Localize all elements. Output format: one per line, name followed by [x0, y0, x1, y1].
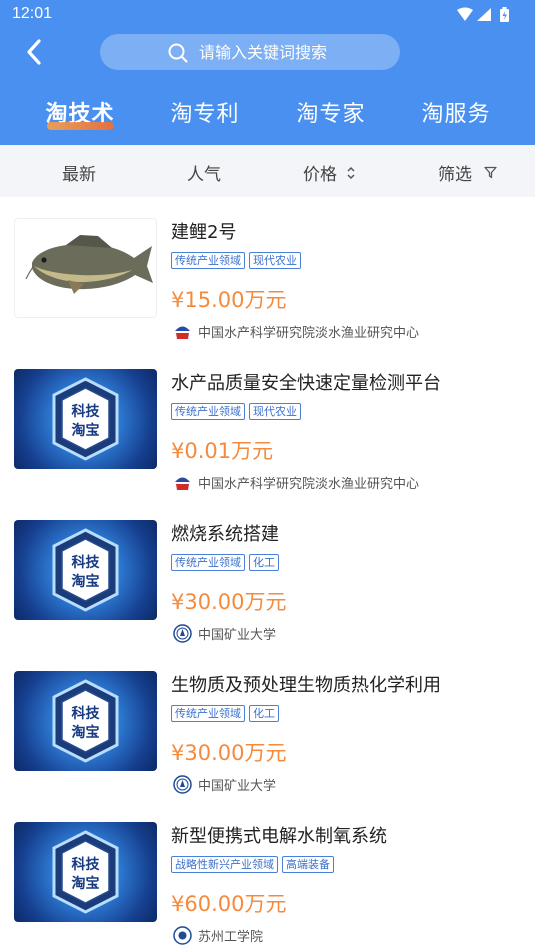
- item-title: 建鲤2号: [171, 222, 237, 243]
- kejitaobao-badge-image: 科技 淘宝: [52, 377, 119, 461]
- kejitaobao-badge-image: 科技 淘宝: [52, 528, 119, 612]
- kejitaobao-badge-image: 科技 淘宝: [52, 679, 119, 763]
- item-thumbnail: 科技 淘宝: [14, 671, 157, 771]
- wifi-icon: [457, 7, 473, 21]
- item-thumbnail: 科技 淘宝: [14, 822, 157, 922]
- sort-latest[interactable]: 最新: [62, 160, 96, 185]
- item-tag: 现代农业: [249, 252, 301, 269]
- list-item[interactable]: 建鲤2号 传统产业领域 现代农业 ¥15.00万元 中国水产科学研究院淡水渔业研究…: [0, 218, 535, 368]
- search-input[interactable]: [199, 34, 389, 70]
- item-thumbnail: 科技 淘宝: [14, 520, 157, 620]
- item-title: 水产品质量安全快速定量检测平台: [171, 373, 441, 394]
- status-time: 12:01: [12, 5, 53, 22]
- item-tags: 战略性新兴产业领域 高端装备: [171, 856, 338, 874]
- item-tags: 传统产业领域 化工: [171, 705, 283, 723]
- item-tags: 传统产业领域 现代农业: [171, 252, 305, 270]
- tab-expert[interactable]: 淘专家: [276, 96, 386, 130]
- item-tag: 传统产业领域: [171, 554, 245, 571]
- sort-price-label: 价格: [303, 165, 337, 185]
- battery-icon: [500, 7, 509, 22]
- app-header: 12:01 淘技术 淘专利 淘专家 淘服务: [0, 0, 535, 145]
- sort-filter-label: 筛选: [438, 165, 472, 185]
- item-tags: 传统产业领域 化工: [171, 554, 283, 572]
- item-thumbnail: 科技 淘宝: [14, 369, 157, 469]
- badge-line2: 淘宝: [72, 724, 100, 741]
- ffrc-logo-icon: [175, 326, 190, 339]
- szit-logo-icon: [173, 926, 192, 945]
- badge-line1: 科技: [72, 403, 101, 420]
- signal-icon: [477, 8, 491, 21]
- item-price: ¥30.00万元: [171, 741, 287, 765]
- item-title: 燃烧系统搭建: [171, 524, 279, 545]
- item-tag: 传统产业领域: [171, 252, 245, 269]
- org-name: 中国矿业大学: [198, 628, 277, 643]
- tab-service[interactable]: 淘服务: [401, 96, 511, 130]
- item-title: 新型便携式电解水制氧系统: [171, 826, 387, 847]
- badge-line2: 淘宝: [72, 875, 100, 892]
- badge-line1: 科技: [72, 856, 101, 873]
- item-tag: 化工: [249, 705, 279, 722]
- item-price: ¥30.00万元: [171, 590, 287, 614]
- back-button[interactable]: [18, 35, 52, 69]
- list-item[interactable]: 科技 淘宝 燃烧系统搭建 传统产业领域 化工 ¥30.00万元 中国矿业大学: [0, 520, 535, 670]
- sort-arrows-icon: [347, 166, 355, 180]
- sort-price[interactable]: 价格: [303, 160, 337, 185]
- tab-patent[interactable]: 淘专利: [150, 96, 260, 130]
- org-name: 中国矿业大学: [198, 779, 277, 794]
- kejitaobao-badge-image: 科技 淘宝: [52, 830, 119, 914]
- list-item[interactable]: 科技 淘宝 新型便携式电解水制氧系统 战略性新兴产业领域 高端装备 ¥60.00万…: [0, 822, 535, 951]
- carp-image: [25, 235, 153, 294]
- item-tag: 高端装备: [282, 856, 334, 873]
- item-tag: 传统产业领域: [171, 705, 245, 722]
- org-name: 中国水产科学研究院淡水渔业研究中心: [198, 477, 420, 492]
- item-title: 生物质及预处理生物质热化学利用: [171, 675, 441, 696]
- item-tag: 化工: [249, 554, 279, 571]
- status-icons: [457, 7, 509, 22]
- badge-line2: 淘宝: [72, 422, 100, 439]
- item-price: ¥15.00万元: [171, 288, 287, 312]
- item-thumbnail: [14, 218, 157, 318]
- cumt-logo-icon: [173, 624, 192, 643]
- ffrc-logo-icon: [175, 477, 190, 490]
- item-price: ¥60.00万元: [171, 892, 287, 916]
- sort-popularity[interactable]: 人气: [187, 160, 221, 185]
- org-name: 中国水产科学研究院淡水渔业研究中心: [198, 326, 420, 341]
- item-tag: 现代农业: [249, 403, 301, 420]
- search-icon: [168, 43, 188, 63]
- list-item[interactable]: 科技 淘宝 生物质及预处理生物质热化学利用 传统产业领域 化工 ¥30.00万元 …: [0, 671, 535, 821]
- badge-line1: 科技: [72, 554, 101, 571]
- item-tags: 传统产业领域 现代农业: [171, 403, 305, 421]
- item-tag: 传统产业领域: [171, 403, 245, 420]
- active-tab-indicator: [47, 122, 114, 130]
- item-tag: 战略性新兴产业领域: [171, 856, 278, 873]
- item-price: ¥0.01万元: [171, 439, 274, 463]
- org-name: 苏州工学院: [198, 930, 264, 945]
- status-bar: 12:01: [0, 0, 535, 30]
- list-item[interactable]: 科技 淘宝 水产品质量安全快速定量检测平台 传统产业领域 现代农业 ¥0.01万元…: [0, 369, 535, 519]
- filter-icon: [484, 166, 497, 179]
- chevron-left-icon: [27, 39, 41, 65]
- badge-line2: 淘宝: [72, 573, 100, 590]
- badge-line1: 科技: [72, 705, 101, 722]
- search-box[interactable]: [100, 34, 400, 70]
- cumt-logo-icon: [173, 775, 192, 794]
- sort-filter[interactable]: 筛选: [438, 160, 472, 185]
